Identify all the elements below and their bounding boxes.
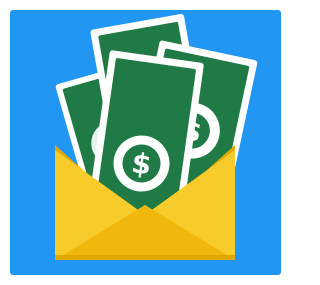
app-icon-tile[interactable]: $ $ [10,10,281,275]
money-envelope-icon: $ $ [10,10,281,275]
app-icon-frame: $ $ [0,0,291,285]
